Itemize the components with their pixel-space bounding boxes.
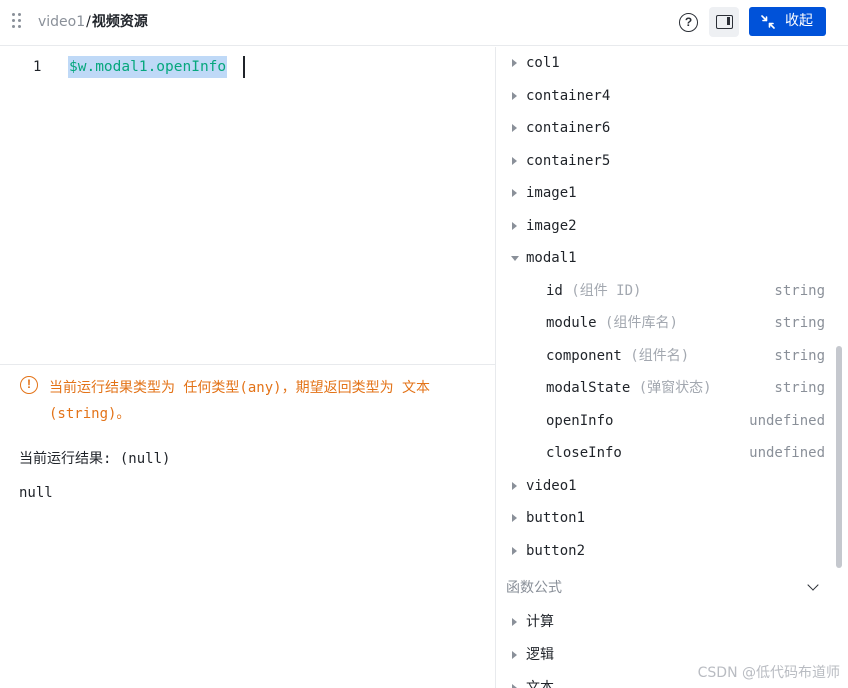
tree-node-modal1[interactable]: modal1 [496,242,836,274]
text-cursor [243,56,245,78]
tree-node-label: image1 [526,185,577,201]
tree-prop-module[interactable]: module (组件库名) string [496,307,836,339]
prop-name: openInfo [546,413,614,429]
prop-type: string [774,348,825,364]
prop-type: string [774,315,825,331]
prop-description: (组件库名) [605,315,678,331]
tree-node-button1[interactable]: button1 [496,502,836,534]
tree-node-container6[interactable]: container6 [496,112,836,144]
prop-name: module (组件库名) [546,315,678,331]
caret-right-icon [512,157,517,165]
caret-right-icon [512,618,517,626]
question-circle-icon[interactable]: ? [679,13,698,32]
tree-node-image2[interactable]: image2 [496,210,836,242]
breadcrumb-current: 视频资源 [91,14,148,30]
collapse-button-label: 收起 [785,13,813,29]
tree-node-label: container6 [526,120,611,136]
function-group-label: 逻辑 [526,647,554,663]
tree-node-container4[interactable]: container4 [496,80,836,112]
tree-scrollbar[interactable] [836,346,842,568]
prop-type: undefined [749,445,825,461]
result-value: null [19,485,53,501]
warning-icon: ! [20,376,38,394]
chevron-down-icon [807,579,819,591]
tree-node-container5[interactable]: container5 [496,145,836,177]
variable-tree: col1 container4 container6 container5 im… [496,47,848,688]
result-label: 当前运行结果: (null) [19,451,171,467]
shrink-arrows-icon [761,15,775,29]
tree-node-video1[interactable]: video1 [496,470,836,502]
type-warning-message: 当前运行结果类型为 任何类型(any)，期望返回类型为 文本(string)。 [49,380,430,422]
header-bar: video1/视频资源 ? 收起 [0,0,848,46]
result-panel: ! 当前运行结果类型为 任何类型(any)，期望返回类型为 文本(string)… [0,366,495,688]
breadcrumb: video1/视频资源 [38,13,148,31]
caret-right-icon [512,684,517,688]
caret-right-icon [512,547,517,555]
tree-node-label: image2 [526,218,577,234]
tree-node-label: container4 [526,88,611,104]
breadcrumb-parent[interactable]: video1 [38,14,85,30]
tree-node-label: button1 [526,510,586,526]
prop-name: modalState (弹窗状态) [546,380,712,396]
prop-name: id (组件 ID) [546,283,642,299]
caret-right-icon [512,482,517,490]
line-number: 1 [33,59,42,75]
prop-description: (弹窗状态) [638,380,712,396]
caret-right-icon [512,651,517,659]
section-title: 函数公式 [506,580,562,596]
drag-handle-icon[interactable] [12,13,24,31]
prop-description: (组件 ID) [571,283,642,299]
tree-node-label: container5 [526,153,611,169]
watermark: CSDN @低代码布道师 [697,665,840,681]
tree-prop-id[interactable]: id (组件 ID) string [496,275,836,307]
function-group-calc[interactable]: 计算 [496,606,836,638]
prop-name: component (组件名) [546,348,690,364]
breadcrumb-separator: / [86,14,91,30]
caret-right-icon [512,222,517,230]
function-group-label: 计算 [526,614,554,630]
tree-node-col1[interactable]: col1 [496,47,836,79]
tree-prop-openinfo[interactable]: openInfo undefined [496,405,836,437]
panel-toggle-button[interactable] [709,7,739,37]
tree-node-label: modal1 [526,250,577,266]
tree-node-label: video1 [526,478,577,494]
prop-name: closeInfo [546,445,622,461]
code-expression[interactable]: $w.modal1.openInfo [68,56,228,78]
caret-right-icon [512,189,517,197]
caret-right-icon [512,92,517,100]
function-group-label: 文本 [526,680,554,688]
functions-section-header[interactable]: 函数公式 [496,572,836,604]
collapse-button[interactable]: 收起 [749,7,826,36]
caret-right-icon [512,514,517,522]
tree-node-image1[interactable]: image1 [496,177,836,209]
prop-type: undefined [749,413,825,429]
expression-editor[interactable]: 1 $w.modal1.openInfo [0,47,495,365]
tree-node-label: button2 [526,543,586,559]
tree-node-label: col1 [526,55,560,71]
prop-type: string [774,283,825,299]
prop-description: (组件名) [630,348,690,364]
panel-toggle-icon [716,15,733,29]
tree-prop-modalstate[interactable]: modalState (弹窗状态) string [496,372,836,404]
tree-prop-closeinfo[interactable]: closeInfo undefined [496,437,836,469]
caret-right-icon [512,59,517,67]
tree-node-button2[interactable]: button2 [496,535,836,567]
tree-prop-component[interactable]: component (组件名) string [496,340,836,372]
caret-down-icon [511,256,519,261]
prop-type: string [774,380,825,396]
caret-right-icon [512,124,517,132]
